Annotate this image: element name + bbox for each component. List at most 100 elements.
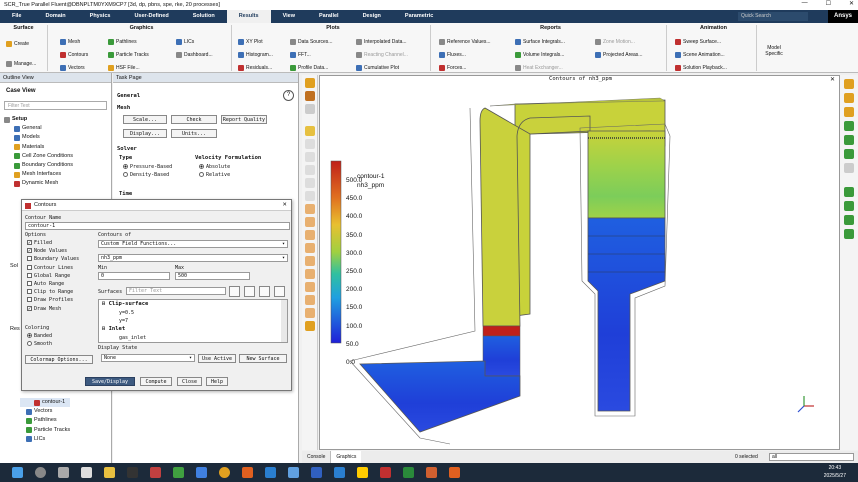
graphics-layout-icon[interactable] bbox=[844, 93, 854, 103]
rotate-icon[interactable] bbox=[304, 139, 315, 149]
save-display-button[interactable]: Save/Display bbox=[85, 377, 135, 386]
tab-physics[interactable]: Physics bbox=[78, 10, 123, 23]
zoom-out-icon[interactable] bbox=[304, 217, 315, 227]
option-checkbox-0[interactable]: ✓ Filled bbox=[27, 240, 52, 246]
reacting-channel-button[interactable]: Reacting Channel... bbox=[356, 52, 408, 58]
manage-surface-button[interactable]: Manage... bbox=[6, 61, 36, 67]
absolute-radio[interactable]: Absolute bbox=[199, 164, 230, 170]
scale-button[interactable]: Scale... bbox=[123, 115, 167, 124]
app-icon[interactable] bbox=[311, 467, 322, 478]
surface-group-inlet[interactable]: ⊟ Inlet bbox=[102, 326, 125, 332]
density-based-radio[interactable]: Density-Based bbox=[123, 172, 169, 178]
app-icon[interactable] bbox=[196, 467, 207, 478]
app-icon[interactable] bbox=[150, 467, 161, 478]
windows-start-icon[interactable] bbox=[12, 467, 23, 478]
tree-item-general[interactable]: General bbox=[4, 124, 111, 133]
option-checkbox-1[interactable]: ✓ Node Values bbox=[27, 248, 67, 254]
fft-button[interactable]: FFT... bbox=[290, 52, 311, 58]
colormap-options-button[interactable]: Colormap Options... bbox=[25, 355, 93, 364]
model-specific-button[interactable]: Model Specific bbox=[760, 45, 788, 57]
cumulative-plot-button[interactable]: Cumulative Plot bbox=[356, 65, 399, 71]
volume-integrals-button[interactable]: Volume Integrals... bbox=[515, 52, 564, 58]
deselect-icon[interactable] bbox=[244, 286, 255, 297]
tab-file[interactable]: File bbox=[0, 10, 33, 23]
monitor-icon[interactable] bbox=[844, 215, 854, 225]
tab-parametric[interactable]: Parametric bbox=[393, 10, 445, 23]
app-icon[interactable] bbox=[334, 467, 345, 478]
report-quality-button[interactable]: Report Quality bbox=[221, 115, 267, 124]
min-input[interactable]: 0 bbox=[98, 272, 170, 280]
tree-item-cell-zone[interactable]: Cell Zone Conditions bbox=[4, 152, 111, 161]
zone-motion-button[interactable]: Zone Motion... bbox=[595, 39, 635, 45]
fit-icon[interactable] bbox=[304, 191, 315, 201]
pathlines-button[interactable]: Pathlines bbox=[108, 39, 137, 45]
app-icon[interactable] bbox=[173, 467, 184, 478]
surfaces-filter-input[interactable]: Filter Text bbox=[126, 287, 226, 295]
back-view-icon[interactable] bbox=[304, 269, 315, 279]
tree-item-setup[interactable]: Setup bbox=[4, 115, 111, 124]
interpolated-data-button[interactable]: Interpolated Data... bbox=[356, 39, 407, 45]
front-view-icon[interactable] bbox=[304, 256, 315, 266]
scene-animation-button[interactable]: Scene Animation... bbox=[675, 52, 725, 58]
chart-icon[interactable] bbox=[844, 201, 854, 211]
probe-icon[interactable] bbox=[844, 229, 854, 239]
group-icon[interactable] bbox=[259, 286, 270, 297]
new-surface-button[interactable]: New Surface bbox=[239, 354, 287, 363]
filter-icon[interactable] bbox=[274, 286, 285, 297]
relative-radio[interactable]: Relative bbox=[199, 172, 230, 178]
projected-areas-button[interactable]: Projected Areas... bbox=[595, 52, 642, 58]
histogram-button[interactable]: Histogram... bbox=[238, 52, 273, 58]
tab-design[interactable]: Design bbox=[351, 10, 393, 23]
fit-window-icon[interactable] bbox=[304, 230, 315, 240]
selection-filter-select[interactable]: all bbox=[769, 453, 854, 461]
terminal-icon[interactable] bbox=[127, 467, 138, 478]
heat-exchanger-button[interactable]: Heat Exchanger... bbox=[515, 65, 563, 71]
camera-icon[interactable] bbox=[304, 91, 315, 101]
option-checkbox-4[interactable]: Global Range bbox=[27, 272, 70, 279]
top-view-icon[interactable] bbox=[304, 282, 315, 292]
variable-select[interactable]: nh3_ppm ▾ bbox=[98, 254, 288, 262]
close-window-button[interactable]: ✕ bbox=[849, 0, 854, 7]
tab-solution[interactable]: Solution bbox=[181, 10, 227, 23]
profile-data-button[interactable]: Profile Data... bbox=[290, 65, 328, 71]
task-view-icon[interactable] bbox=[58, 467, 69, 478]
zoom-box-icon[interactable] bbox=[304, 178, 315, 188]
units-button[interactable]: Units... bbox=[171, 129, 217, 138]
solution-playback-button[interactable]: Solution Playback... bbox=[675, 65, 727, 71]
leaf-icon[interactable] bbox=[844, 135, 854, 145]
smooth-radio[interactable]: Smooth bbox=[27, 341, 52, 347]
tree-item-lics[interactable]: LICs bbox=[20, 435, 70, 444]
hsf-file-button[interactable]: HSF File... bbox=[108, 65, 140, 71]
create-surface-button[interactable]: Create bbox=[6, 41, 29, 47]
tab-results[interactable]: Results bbox=[226, 10, 271, 23]
tab-view[interactable]: View bbox=[271, 10, 307, 23]
forces-button[interactable]: Forces... bbox=[439, 65, 466, 71]
option-checkbox-3[interactable]: Contour Lines bbox=[27, 264, 73, 271]
graphics-window[interactable]: Contours of nh3_ppm ✕ contour-1 nh3_ppm … bbox=[319, 75, 840, 450]
select-all-icon[interactable] bbox=[229, 286, 240, 297]
view-icon[interactable] bbox=[304, 104, 315, 114]
quick-search-input[interactable]: Quick Search bbox=[738, 12, 808, 21]
chrome-icon[interactable] bbox=[219, 467, 230, 478]
isometric-icon[interactable] bbox=[304, 243, 315, 253]
search-icon[interactable] bbox=[35, 467, 46, 478]
minimize-button[interactable]: — bbox=[802, 0, 808, 7]
help-icon[interactable]: ? bbox=[283, 90, 294, 101]
app-icon[interactable] bbox=[288, 467, 299, 478]
surface-item[interactable]: y=0.5 bbox=[119, 310, 134, 316]
tree-item-mesh-interfaces[interactable]: Mesh Interfaces bbox=[4, 170, 111, 179]
fluxes-button[interactable]: Fluxes... bbox=[439, 52, 466, 58]
tab-domain[interactable]: Domain bbox=[33, 10, 77, 23]
display-state-select[interactable]: None ▾ bbox=[101, 354, 195, 362]
tree-item-particle-tracks[interactable]: Particle Tracks bbox=[20, 426, 70, 435]
folder-icon[interactable] bbox=[104, 467, 115, 478]
lock-icon[interactable] bbox=[304, 321, 315, 331]
fluent-taskbar-icon[interactable] bbox=[357, 467, 368, 478]
option-checkbox-5[interactable]: Auto Range bbox=[27, 281, 64, 287]
powerpoint-icon[interactable] bbox=[426, 467, 437, 478]
maximize-button[interactable]: ☐ bbox=[826, 0, 831, 7]
tree-item-boundary[interactable]: Boundary Conditions bbox=[4, 161, 111, 170]
sweep-surface-button[interactable]: Sweep Surface... bbox=[675, 39, 721, 45]
surfaces-scrollbar[interactable] bbox=[281, 300, 287, 342]
help-button[interactable]: Help bbox=[206, 377, 228, 386]
